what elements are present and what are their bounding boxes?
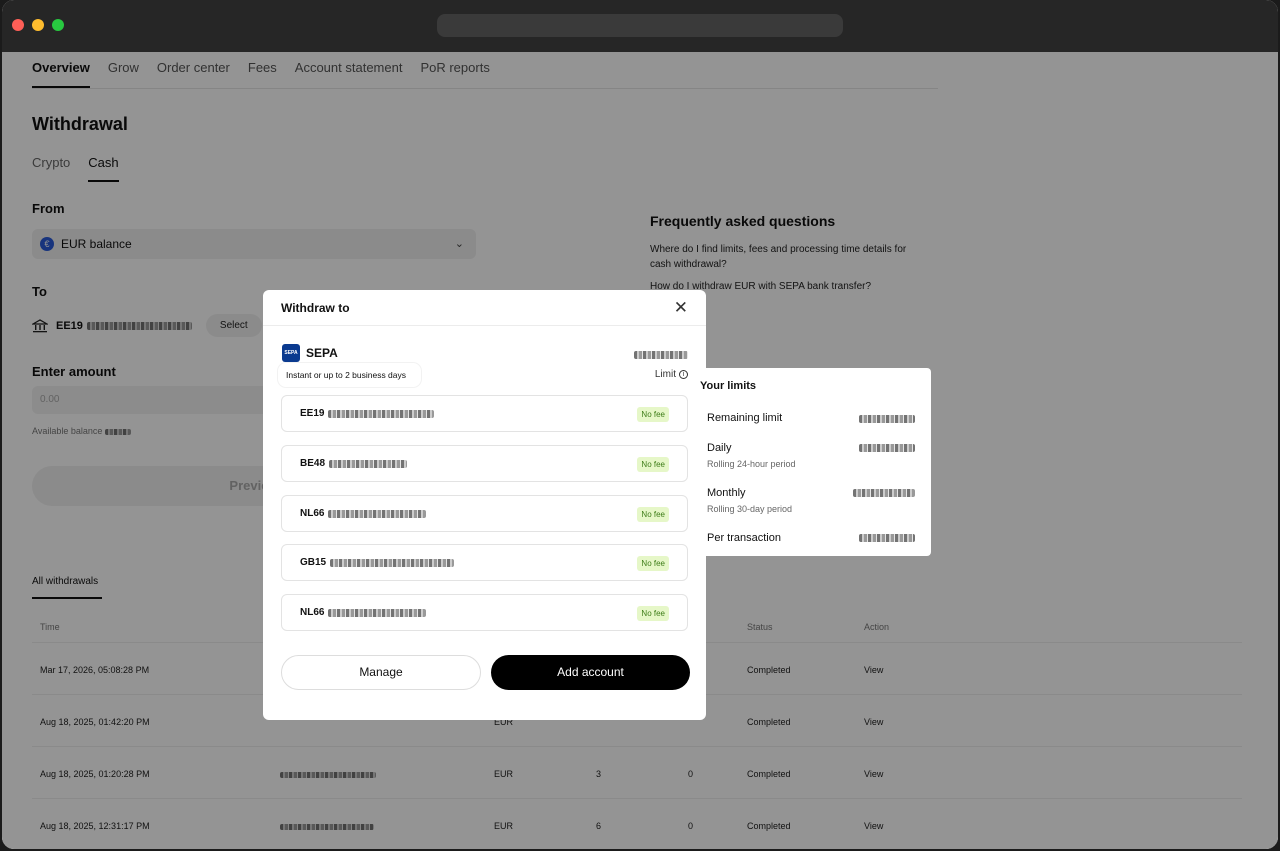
no-fee-badge: No fee — [637, 606, 669, 621]
redacted-iban — [328, 509, 427, 518]
modal-header: Withdraw to ✕ — [263, 290, 706, 326]
browser-window: Overview Grow Order center Fees Account … — [2, 0, 1278, 849]
no-fee-badge: No fee — [637, 507, 669, 522]
limits-title: Your limits — [700, 380, 757, 392]
sepa-method: SEPA SEPA — [282, 344, 338, 362]
minimize-window-button[interactable] — [32, 19, 44, 31]
withdraw-to-modal: Withdraw to ✕ SEPA SEPA Limit i EE19 No … — [263, 290, 706, 720]
redacted-daily-limit — [859, 444, 915, 452]
address-bar[interactable] — [437, 14, 843, 37]
account-option[interactable]: BE48 No fee — [281, 445, 688, 482]
maximize-window-button[interactable] — [52, 19, 64, 31]
limit-daily-sub: Rolling 24-hour period — [707, 459, 796, 469]
limit-monthly-sub: Rolling 30-day period — [707, 504, 793, 514]
processing-time-tooltip: Instant or up to 2 business days — [278, 363, 421, 387]
close-window-button[interactable] — [12, 19, 24, 31]
account-option[interactable]: NL66 No fee — [281, 594, 688, 631]
account-prefix: EE19 — [300, 408, 325, 419]
redacted-iban — [329, 459, 408, 468]
limit-monthly-label: Monthly — [707, 487, 746, 499]
account-option[interactable]: NL66 No fee — [281, 495, 688, 532]
redacted-per-transaction-limit — [859, 534, 915, 542]
sepa-label: SEPA — [306, 346, 338, 360]
account-prefix: BE48 — [300, 458, 326, 469]
redacted-iban — [328, 409, 435, 418]
close-icon[interactable]: ✕ — [674, 298, 688, 318]
account-option[interactable]: GB15 No fee — [281, 544, 688, 581]
modal-title: Withdraw to — [281, 300, 350, 315]
redacted-monthly-limit — [853, 489, 915, 497]
account-prefix: NL66 — [300, 508, 325, 519]
redacted-sepa-amount — [634, 351, 688, 359]
limit-link[interactable]: Limit i — [655, 369, 688, 380]
sepa-logo-icon: SEPA — [282, 344, 300, 362]
account-prefix: GB15 — [300, 557, 327, 568]
limit-remaining-label: Remaining limit — [707, 412, 783, 424]
no-fee-badge: No fee — [637, 556, 669, 571]
add-account-button[interactable]: Add account — [491, 655, 690, 690]
account-option[interactable]: EE19 No fee — [281, 395, 688, 432]
manage-button[interactable]: Manage — [281, 655, 481, 690]
title-bar — [2, 0, 1278, 52]
redacted-iban — [328, 608, 427, 617]
no-fee-badge: No fee — [637, 407, 669, 422]
limit-label: Limit — [654, 369, 676, 380]
redacted-remaining-limit — [859, 415, 915, 423]
info-icon: i — [679, 370, 688, 379]
account-prefix: NL66 — [300, 607, 325, 618]
your-limits-popover: Your limits Remaining limit Daily Rollin… — [690, 368, 931, 556]
limit-per-transaction-label: Per transaction — [707, 532, 781, 544]
redacted-iban — [330, 558, 455, 567]
no-fee-badge: No fee — [637, 457, 669, 472]
limit-daily-label: Daily — [707, 442, 732, 454]
